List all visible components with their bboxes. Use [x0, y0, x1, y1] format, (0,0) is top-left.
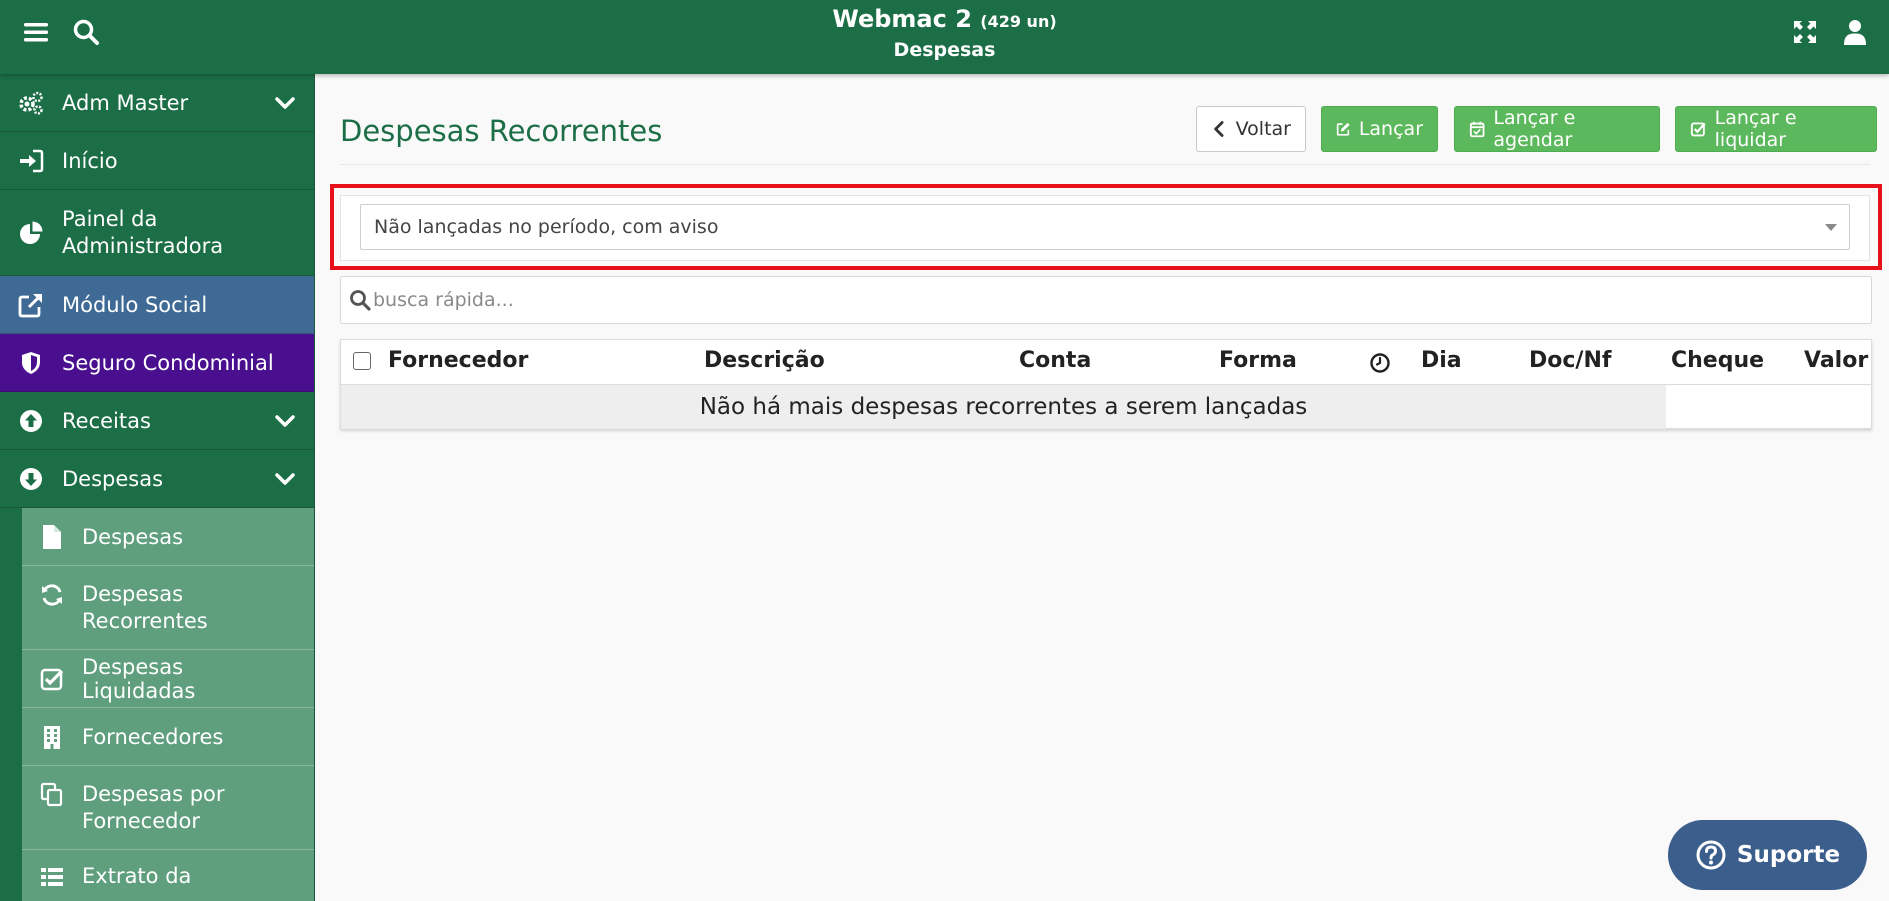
- arrow-circle-down-icon: [20, 467, 42, 490]
- page-title: Despesas Recorrentes: [340, 114, 663, 148]
- sidebar-item-receitas[interactable]: Receitas: [0, 392, 314, 450]
- despesas-submenu: Despesas Despesas Recorrentes Despesas L…: [22, 508, 314, 901]
- submenu-item-label: Despesas: [82, 524, 184, 549]
- launch-button[interactable]: Lançar: [1321, 106, 1438, 152]
- column-header-doc-nf[interactable]: Doc/Nf: [1529, 348, 1611, 373]
- submenu-item-fornecedores[interactable]: Fornecedores: [22, 708, 314, 766]
- chevron-down-icon: [275, 414, 295, 427]
- submenu-item-extrato[interactable]: Extrato da: [22, 850, 314, 901]
- cogs-icon: [19, 91, 43, 115]
- submenu-item-despesas[interactable]: Despesas: [22, 508, 314, 566]
- column-header-descricao[interactable]: Descrição: [704, 348, 825, 373]
- sidebar-item-label: Receitas: [62, 408, 151, 433]
- quick-search: [340, 276, 1872, 324]
- sidebar-item-label: Seguro Condominial: [62, 350, 274, 375]
- chevron-down-icon: [275, 472, 295, 485]
- app-title: Webmac 2 (429 un): [832, 5, 1057, 33]
- launch-and-schedule-button[interactable]: Lançar e agendar: [1454, 106, 1660, 152]
- edit-icon: [1336, 122, 1350, 136]
- list-icon: [41, 868, 63, 886]
- sidebar-item-inicio[interactable]: Início: [0, 132, 314, 190]
- support-button[interactable]: Suporte: [1668, 820, 1867, 890]
- back-button-label: Voltar: [1235, 118, 1291, 140]
- sidebar-item-adm-master[interactable]: Adm Master: [0, 74, 314, 132]
- copy-icon: [40, 782, 63, 807]
- sidebar-item-label: Despesas: [62, 466, 164, 491]
- table-header: Fornecedor Descrição Conta Forma Dia Doc…: [341, 340, 1871, 385]
- search-icon: [350, 290, 371, 311]
- check-square-icon: [40, 668, 64, 690]
- column-header-forma[interactable]: Forma: [1219, 348, 1297, 373]
- column-header-fornecedor[interactable]: Fornecedor: [388, 348, 528, 373]
- recurring-expenses-table: Fornecedor Descrição Conta Forma Dia Doc…: [340, 339, 1872, 429]
- refresh-icon: [42, 584, 62, 606]
- column-header-dia[interactable]: Dia: [1421, 348, 1462, 373]
- pie-chart-icon: [20, 221, 43, 244]
- shield-icon: [22, 351, 40, 374]
- column-header-valor[interactable]: Valor: [1804, 348, 1868, 373]
- submenu-item-label: Despesas Recorrentes: [82, 581, 208, 633]
- question-circle-icon: [1696, 840, 1726, 870]
- arrow-circle-up-icon: [20, 409, 42, 432]
- title-divider: [340, 164, 1870, 165]
- launch-and-schedule-label: Lançar e agendar: [1493, 107, 1576, 151]
- submenu-item-despesas-liquidadas[interactable]: Despesas Liquidadas: [22, 650, 314, 708]
- sidebar-item-seguro-condominial[interactable]: Seguro Condominial: [0, 334, 314, 392]
- check-square-icon: [1690, 122, 1706, 137]
- main-content: Despesas Recorrentes Voltar Lançar Lança…: [315, 74, 1889, 901]
- select-all-checkbox[interactable]: [353, 352, 371, 370]
- back-button[interactable]: Voltar: [1196, 106, 1306, 152]
- sidebar-item-label: Adm Master: [62, 90, 189, 115]
- sidebar-item-painel[interactable]: Painel da Administradora: [0, 190, 314, 276]
- section-title: Despesas: [893, 39, 996, 61]
- submenu-item-label: Extrato da: [82, 864, 192, 888]
- unit-count: (429 un): [980, 12, 1057, 31]
- sidebar: Adm Master Início Painel da Administrado…: [0, 74, 315, 901]
- sidebar-item-label: Início: [62, 148, 118, 173]
- launch-button-label: Lançar: [1358, 118, 1423, 140]
- sidebar-item-despesas[interactable]: Despesas: [0, 450, 314, 508]
- submenu-item-label: Despesas por Fornecedor: [82, 781, 225, 833]
- sidebar-item-label: Painel da Administradora: [62, 206, 224, 258]
- highlight-box: [330, 184, 1882, 270]
- expand-icon[interactable]: [1791, 18, 1819, 46]
- clock-icon: [1370, 353, 1390, 373]
- submenu-item-label: Despesas Liquidadas: [82, 654, 196, 703]
- chevron-down-icon: [275, 96, 295, 109]
- column-header-cheque[interactable]: Cheque: [1671, 348, 1764, 373]
- submenu-item-despesas-recorrentes[interactable]: Despesas Recorrentes: [22, 566, 314, 650]
- support-button-label: Suporte: [1736, 842, 1841, 868]
- column-header-conta[interactable]: Conta: [1019, 348, 1091, 373]
- user-icon[interactable]: [1841, 18, 1869, 46]
- external-link-icon: [18, 293, 42, 317]
- empty-table-message: Não há mais despesas recorrentes a serem…: [341, 385, 1666, 429]
- sign-in-icon: [20, 149, 44, 172]
- sidebar-item-modulo-social[interactable]: Módulo Social: [0, 276, 314, 334]
- quick-search-input[interactable]: [373, 283, 1853, 317]
- top-bar: Webmac 2 (429 un) Despesas: [0, 0, 1889, 74]
- launch-and-settle-button[interactable]: Lançar e liquidar: [1675, 106, 1877, 152]
- submenu-item-despesas-por-fornecedor[interactable]: Despesas por Fornecedor: [22, 766, 314, 850]
- calendar-check-icon: [1469, 121, 1485, 138]
- submenu-item-label: Fornecedores: [82, 724, 224, 749]
- chevron-left-icon: [1214, 121, 1224, 137]
- launch-and-settle-label: Lançar e liquidar: [1714, 107, 1797, 151]
- file-icon: [43, 524, 61, 549]
- sidebar-item-label: Módulo Social: [62, 292, 208, 317]
- building-icon: [44, 725, 60, 749]
